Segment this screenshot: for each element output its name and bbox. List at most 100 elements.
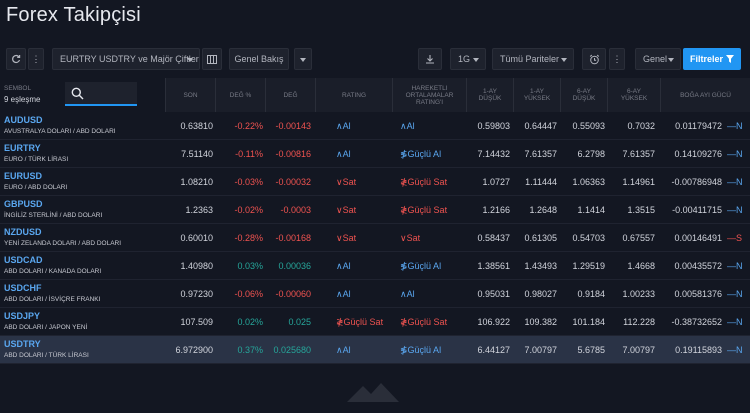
cell-m6-high: 0.67557 — [622, 233, 655, 243]
table-row[interactable]: AUDUSD AVUSTRALYA DOLARI / ABD DOLARI 0.63… — [0, 112, 750, 140]
cell-chg: 0.00036 — [278, 261, 311, 271]
cell-m6-high: 1.00233 — [622, 289, 655, 299]
interval-select[interactable]: 1G — [450, 48, 486, 70]
cell-rating: ∧ Al — [336, 252, 392, 280]
sell-arrow-icon: ∨ — [336, 176, 343, 187]
cell-m6-high: 1.4668 — [627, 261, 655, 271]
column-header-bull-bear-power[interactable]: Boğa Ayı Gücü — [660, 78, 750, 112]
cell-m1-high: 7.00797 — [524, 345, 557, 355]
sell-arrow-icon: ≹ — [400, 316, 408, 327]
symbol-link[interactable]: USDJPY — [4, 311, 40, 321]
rating-label: Güçlü Sat — [407, 177, 448, 187]
column-header-1m-low[interactable]: 1-Ay Düşük — [466, 78, 513, 112]
search-input[interactable] — [65, 82, 137, 106]
cell-m6-low: 0.9184 — [577, 289, 605, 299]
rating-label: N — [736, 317, 743, 327]
cell-bbp: 0.00581376 — [674, 289, 722, 299]
more-options-icon[interactable]: ⋮ — [609, 48, 625, 70]
filters-button[interactable]: Filtreler — [683, 48, 741, 70]
cell-chg: -0.00060 — [275, 289, 311, 299]
filters-label: Filtreler — [689, 54, 723, 64]
cell-ma-rating: ∧ Al — [400, 280, 466, 308]
table-row[interactable]: EURTRY EURO / TÜRK LİRASI 7.51140 -0.11% -0.… — [0, 140, 750, 168]
cell-chg-pct: 0.37% — [237, 345, 263, 355]
column-header-6m-high[interactable]: 6-Ay Yüksek — [607, 78, 660, 112]
dash-icon: — — [727, 317, 736, 327]
more-options-icon[interactable]: ⋮ — [28, 48, 44, 70]
rating-label: Al — [342, 149, 351, 159]
symbol-link[interactable]: USDTRY — [4, 339, 41, 349]
rating-label: Sat — [342, 233, 357, 243]
buy-arrow-icon: ∧ — [336, 260, 343, 271]
buy-arrow-icon: ≸ — [400, 344, 408, 355]
column-header-change[interactable]: Değ — [265, 78, 315, 112]
cell-m1-high: 0.98027 — [524, 289, 557, 299]
cell-m6-low: 5.6785 — [577, 345, 605, 355]
table-row[interactable]: EURUSD EURO / ABD DOLARI 1.08210 -0.03% -0.0… — [0, 168, 750, 196]
column-header-6m-low[interactable]: 6-Ay Düşük — [560, 78, 607, 112]
table-body: AUDUSD AVUSTRALYA DOLARI / ABD DOLARI 0.63… — [0, 112, 750, 364]
column-header-change-pct[interactable]: Değ % — [215, 78, 265, 112]
buy-arrow-icon: ∧ — [336, 120, 343, 131]
cell-chg: 0.025680 — [273, 345, 311, 355]
columns-icon[interactable] — [202, 48, 222, 70]
rating-label: N — [736, 345, 743, 355]
search-icon — [71, 87, 84, 100]
cell-rating: ∨ Sat — [336, 168, 392, 196]
dash-icon: — — [727, 289, 736, 299]
sell-arrow-icon: ≹ — [336, 316, 344, 327]
symbol-description: AVUSTRALYA DOLARI / ABD DOLARI — [4, 128, 116, 135]
symbol-header[interactable]: Sembol 9 eşleşme — [0, 78, 165, 112]
table-row[interactable]: GBPUSD İNGİLİZ STERLİNİ / ABD DOLARI 1.236… — [0, 196, 750, 224]
download-icon[interactable] — [418, 48, 442, 70]
symbol-link[interactable]: USDCAD — [4, 255, 43, 265]
table-row[interactable]: USDJPY ABD DOLARI / JAPON YENİ 107.509 0.02… — [0, 308, 750, 336]
cell-m1-low: 1.2166 — [482, 205, 510, 215]
cell-bbp: 0.01179472 — [675, 121, 722, 131]
cell-tail: — N — [727, 112, 747, 140]
cell-rating: ∨ Sat — [336, 196, 392, 224]
symbol-link[interactable]: EURTRY — [4, 143, 41, 153]
cell-tail: — N — [727, 196, 747, 224]
dash-icon: — — [727, 149, 736, 159]
cell-m1-low: 106.922 — [477, 317, 510, 327]
column-header-ma-rating[interactable]: Hareketli Ortalamalar Rating'i — [392, 78, 466, 112]
refresh-icon[interactable] — [6, 48, 26, 70]
view-dropdown[interactable] — [294, 48, 312, 70]
table-row[interactable]: USDTRY ABD DOLARI / TÜRK LİRASI 6.972900 0.… — [0, 336, 750, 364]
alarm-icon[interactable] — [582, 48, 606, 70]
symbol-link[interactable]: EURUSD — [4, 171, 42, 181]
column-header-last[interactable]: Son — [165, 78, 215, 112]
cell-ma-rating: ≸ Güçlü Al — [400, 336, 466, 364]
dash-icon: — — [727, 345, 736, 355]
cell-tail: — N — [727, 252, 747, 280]
table-row[interactable]: USDCAD ABD DOLARI / KANADA DOLARI 1.40980 0… — [0, 252, 750, 280]
symbol-description: ABD DOLARI / KANADA DOLARI — [4, 268, 102, 275]
filter-scope-select[interactable]: Tümü Pariteler — [492, 48, 574, 70]
cell-m6-low: 0.54703 — [572, 233, 605, 243]
column-header-rating[interactable]: Rating — [315, 78, 392, 112]
watchlist-select[interactable]: EURTRY USDTRY ve Majör Çiftler — [52, 48, 200, 70]
symbol-link[interactable]: USDCHF — [4, 283, 42, 293]
cell-m6-low: 1.06363 — [572, 177, 605, 187]
symbol-link[interactable]: GBPUSD — [4, 199, 43, 209]
cell-m6-high: 1.3515 — [627, 205, 655, 215]
column-header-1m-high[interactable]: 1-Ay Yüksek — [513, 78, 560, 112]
cell-m1-high: 1.11444 — [525, 177, 557, 187]
view-tab[interactable]: Genel Bakış — [229, 48, 289, 70]
column-set-select[interactable]: Genel — [635, 48, 681, 70]
cell-m1-low: 1.0727 — [482, 177, 510, 187]
table-row[interactable]: NZDUSD YENİ ZELANDA DOLARI / ABD DOLARI 0.… — [0, 224, 750, 252]
symbol-link[interactable]: NZDUSD — [4, 227, 42, 237]
dash-icon: — — [727, 233, 736, 243]
cell-chg-pct: -0.11% — [235, 149, 263, 159]
cell-m6-high: 7.00797 — [622, 345, 655, 355]
symbol-header-label: Sembol — [4, 85, 32, 92]
cell-chg: -0.00143 — [275, 121, 311, 131]
sell-arrow-icon: ∨ — [336, 204, 343, 215]
rating-label: Sat — [342, 177, 357, 187]
buy-arrow-icon: ≸ — [400, 260, 408, 271]
symbol-description: ABD DOLARI / İSVİÇRE FRANKI — [4, 296, 101, 303]
symbol-link[interactable]: AUDUSD — [4, 115, 43, 125]
table-row[interactable]: USDCHF ABD DOLARI / İSVİÇRE FRANKI 0.97230… — [0, 280, 750, 308]
